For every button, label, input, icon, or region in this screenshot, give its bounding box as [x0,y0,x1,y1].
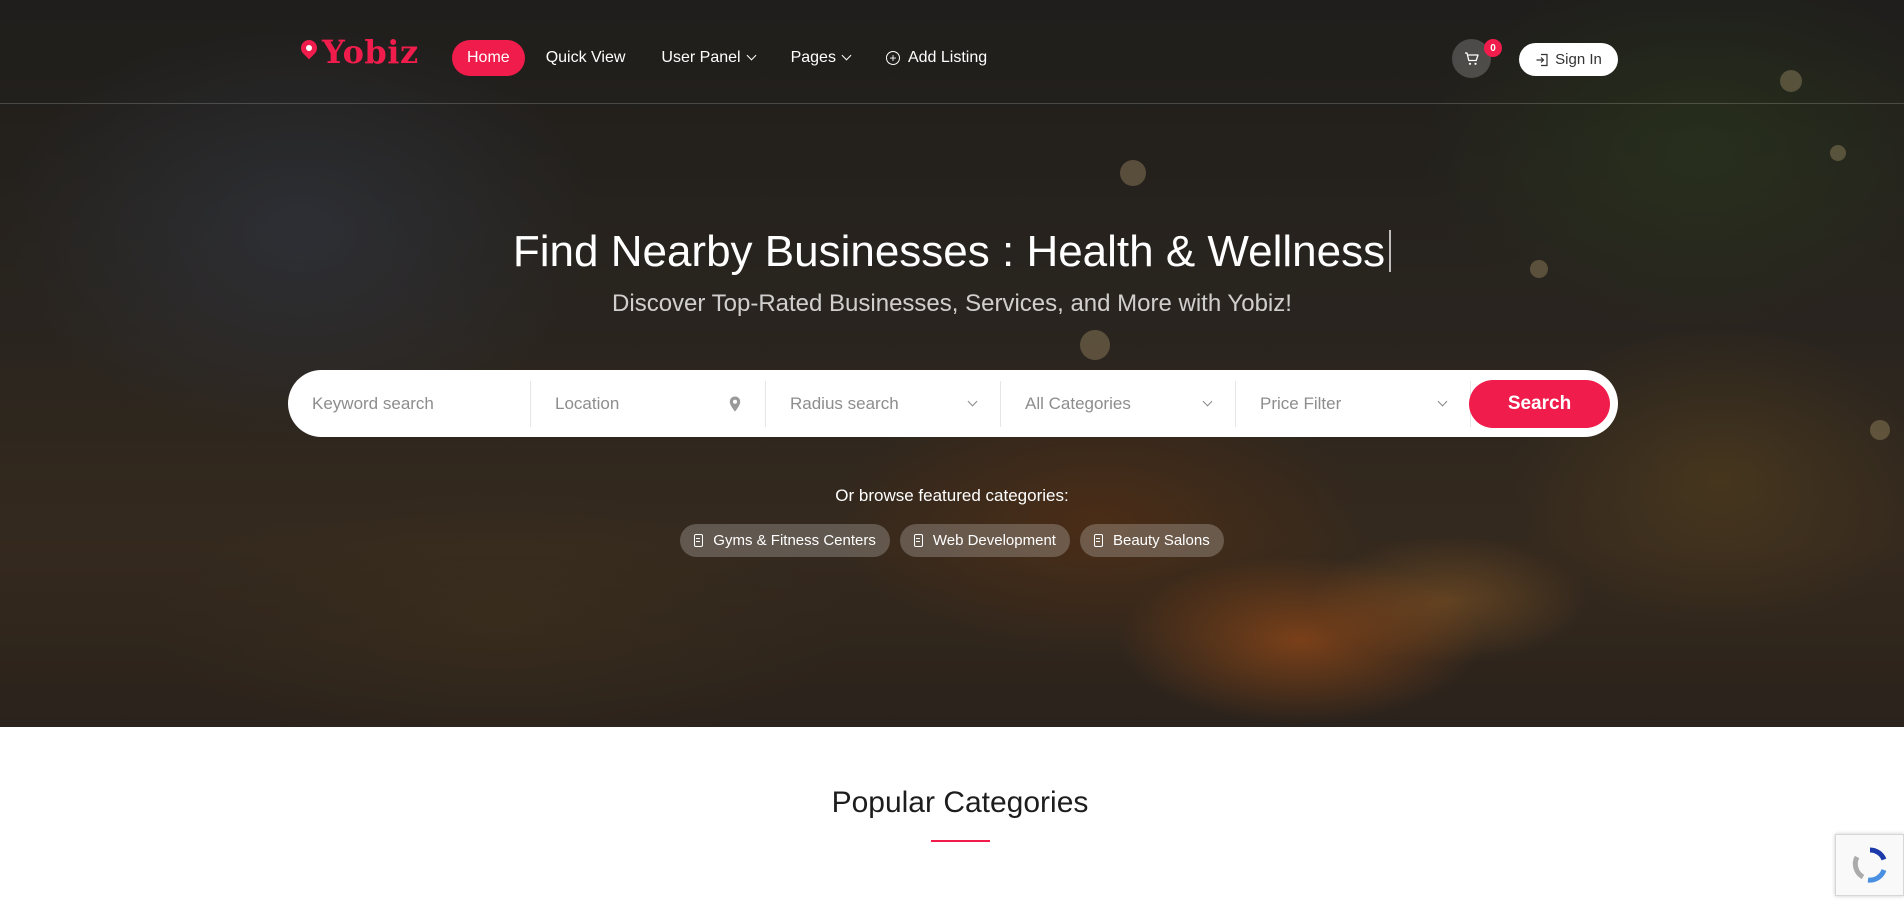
featured-category-chip[interactable]: Web Development [899,524,1070,557]
chevron-down-icon [746,50,757,61]
featured-category-chip[interactable]: Gyms & Fitness Centers [680,524,890,557]
radius-select-label: Radius search [790,393,899,413]
nav-item-pages[interactable]: Pages [790,40,852,76]
featured-categories-label: Or browse featured categories: [835,486,1069,505]
category-icon [1093,534,1103,547]
popular-categories-title: Popular Categories [831,786,1089,819]
location-input[interactable]: Location [531,380,766,427]
sign-in-label: Sign In [1555,51,1602,68]
keyword-placeholder: Keyword search [312,393,434,413]
site-logo[interactable]: Yobiz [300,36,419,68]
plus-circle-icon: + [885,51,900,65]
title-underline [931,840,990,842]
nav-item-home[interactable]: Home [452,40,525,76]
main-nav: Home Quick View User Panel Pages + Add L… [452,40,1023,76]
cart-count-badge: 0 [1484,39,1502,57]
cart-icon [1464,51,1479,65]
chip-label: Web Development [932,532,1056,549]
nav-item-label: Pages [790,49,836,66]
hero-title: Find Nearby Businesses : Health & Wellne… [0,224,1904,280]
recaptcha-icon [1852,847,1886,883]
logo-text: Yobiz [322,33,419,71]
hero-overlay [0,0,1904,727]
recaptcha-badge[interactable] [1835,834,1904,896]
chip-label: Beauty Salons [1112,532,1210,549]
category-icon [913,534,923,547]
top-navbar: Yobiz Home Quick View User Panel Pages +… [0,0,1904,104]
nav-item-user-panel[interactable]: User Panel [661,40,757,76]
nav-item-label: Home [467,49,510,66]
location-placeholder: Location [555,393,620,413]
typing-cursor [1389,230,1392,272]
price-select-label: Price Filter [1260,393,1342,413]
location-pin-icon[interactable] [729,396,741,412]
chevron-down-icon [967,396,978,406]
chip-label: Gyms & Fitness Centers [713,532,876,549]
hero-section: Yobiz Home Quick View User Panel Pages +… [0,0,1904,727]
nav-item-quick-view[interactable]: Quick View [546,40,626,76]
chevron-down-icon [1437,396,1448,406]
keyword-search-input[interactable]: Keyword search [288,380,531,427]
categories-select[interactable]: All Categories [1001,380,1236,427]
nav-item-label: User Panel [661,49,741,66]
radius-search-select[interactable]: Radius search [766,380,1001,427]
nav-item-label: Add Listing [907,49,988,66]
map-pin-icon [300,40,318,64]
hero-subtitle: Discover Top-Rated Businesses, Services,… [612,290,1292,317]
price-filter-select[interactable]: Price Filter [1236,380,1471,427]
search-button[interactable]: Search [1469,380,1610,428]
categories-select-label: All Categories [1025,393,1131,413]
hero-title-text: Find Nearby Businesses : Health & Wellne… [512,227,1386,276]
sign-in-button[interactable]: Sign In [1519,43,1618,76]
featured-categories: Gyms & Fitness Centers Web Development B… [0,524,1904,557]
login-icon [1536,53,1548,66]
nav-item-label: Quick View [545,49,626,66]
search-bar: Keyword search Location Radius search Al… [288,370,1618,437]
category-icon [694,534,704,547]
chevron-down-icon [841,50,852,61]
featured-category-chip[interactable]: Beauty Salons [1079,524,1224,557]
nav-item-add-listing[interactable]: + Add Listing [885,40,988,76]
chevron-down-icon [1202,396,1213,406]
